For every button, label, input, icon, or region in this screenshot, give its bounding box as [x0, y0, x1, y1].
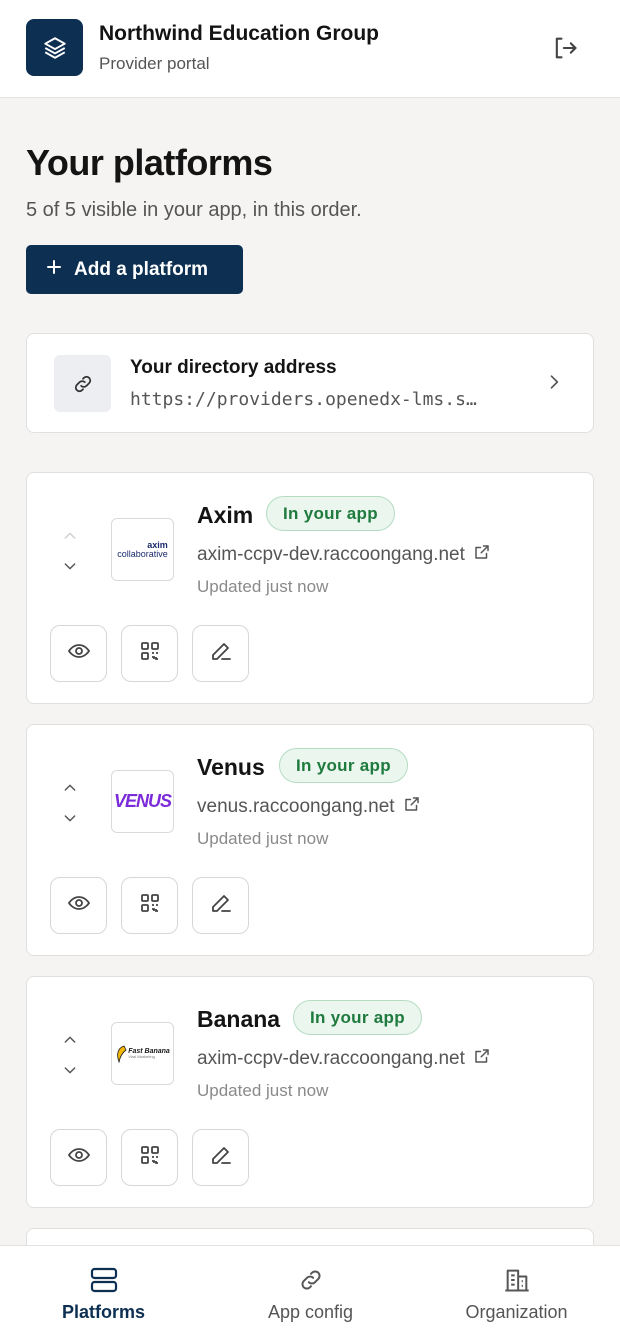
- external-link-icon: [473, 543, 491, 567]
- qr-code-button[interactable]: [121, 877, 178, 934]
- app-header: Northwind Education Group Provider porta…: [0, 0, 620, 98]
- nav-label: Organization: [465, 1302, 568, 1322]
- platform-card: VENUS Venus In your app venus.raccoongan…: [26, 724, 594, 956]
- nav-item-organization[interactable]: Organization: [413, 1246, 620, 1341]
- platform-name: Venus: [197, 754, 265, 780]
- updated-text: Updated just now: [197, 829, 329, 848]
- add-platform-button[interactable]: Add a platform: [26, 245, 243, 294]
- nav-item-platforms[interactable]: Platforms: [0, 1246, 207, 1341]
- pencil-icon: [209, 1143, 233, 1172]
- edit-button[interactable]: [192, 625, 249, 682]
- nav-label: Platforms: [61, 1302, 146, 1322]
- portal-subtitle: Provider portal: [99, 54, 210, 73]
- platform-logo: VENUS: [111, 770, 174, 833]
- link-icon: [296, 1265, 326, 1295]
- logo-text-bottom: collaborative: [117, 548, 168, 559]
- org-name: Northwind Education Group: [99, 22, 379, 45]
- platform-url: venus.raccoongang.net: [197, 796, 395, 817]
- nav-item-app-config[interactable]: App config: [207, 1246, 414, 1341]
- logo-text: VENUS: [113, 791, 172, 811]
- move-down-icon[interactable]: [59, 555, 81, 577]
- move-down-icon[interactable]: [59, 807, 81, 829]
- move-down-icon[interactable]: [59, 1059, 81, 1081]
- external-link-icon: [403, 795, 421, 819]
- updated-text: Updated just now: [197, 577, 329, 596]
- plus-icon: [46, 259, 62, 281]
- status-badge: In your app: [266, 496, 395, 531]
- building-icon: [502, 1265, 532, 1295]
- qr-code-icon: [138, 639, 162, 668]
- page-title: Your platforms: [26, 142, 273, 183]
- qr-code-icon: [138, 891, 162, 920]
- platform-card: axim collaborative Axim In your app axim…: [26, 472, 594, 704]
- qr-code-button[interactable]: [121, 1129, 178, 1186]
- nav-label: App config: [267, 1302, 354, 1322]
- move-up-icon[interactable]: [59, 1029, 81, 1051]
- add-platform-label: Add a platform: [74, 258, 209, 280]
- platform-name: Banana: [197, 1006, 281, 1032]
- reorder-controls: [59, 1029, 81, 1081]
- platform-url-link[interactable]: venus.raccoongang.net: [197, 795, 421, 819]
- preview-button[interactable]: [50, 1129, 107, 1186]
- status-badge: In your app: [293, 1000, 422, 1035]
- move-up-icon[interactable]: [59, 777, 81, 799]
- logo-subtext: Viral Marketing: [128, 1054, 155, 1059]
- chevron-right-icon: [544, 372, 564, 397]
- directory-address-card[interactable]: Your directory address https://providers…: [26, 333, 594, 433]
- qr-code-icon: [138, 1143, 162, 1172]
- eye-icon: [67, 1143, 91, 1172]
- preview-button[interactable]: [50, 877, 107, 934]
- edit-button[interactable]: [192, 1129, 249, 1186]
- server-icon: [89, 1265, 119, 1295]
- external-link-icon: [473, 1047, 491, 1071]
- reorder-controls: [59, 777, 81, 829]
- platform-url-link[interactable]: axim-ccpv-dev.raccoongang.net: [197, 1047, 491, 1071]
- banana-icon: [117, 1045, 127, 1063]
- directory-url: https://providers.openedx-lms.s…: [130, 389, 477, 410]
- platform-logo: Fast Banana Viral Marketing: [111, 1022, 174, 1085]
- link-icon: [54, 355, 111, 412]
- platform-name: Axim: [197, 502, 254, 528]
- pencil-icon: [209, 891, 233, 920]
- edit-button[interactable]: [192, 877, 249, 934]
- eye-icon: [67, 891, 91, 920]
- directory-title: Your directory address: [130, 357, 337, 378]
- updated-text: Updated just now: [197, 1081, 329, 1100]
- layers-icon: [26, 19, 83, 76]
- pencil-icon: [209, 639, 233, 668]
- reorder-controls: [59, 525, 81, 577]
- platform-logo: axim collaborative: [111, 518, 174, 581]
- bottom-nav: Platforms App config Organization: [0, 1245, 620, 1341]
- status-badge: In your app: [279, 748, 408, 783]
- platform-url-link[interactable]: axim-ccpv-dev.raccoongang.net: [197, 543, 491, 567]
- qr-code-button[interactable]: [121, 625, 178, 682]
- move-up-icon: [59, 525, 81, 547]
- preview-button[interactable]: [50, 625, 107, 682]
- platform-card: Fast Banana Viral Marketing Banana In yo…: [26, 976, 594, 1208]
- platform-url: axim-ccpv-dev.raccoongang.net: [197, 1048, 465, 1069]
- eye-icon: [67, 639, 91, 668]
- logout-icon[interactable]: [548, 31, 582, 65]
- platform-url: axim-ccpv-dev.raccoongang.net: [197, 544, 465, 565]
- page-subtitle: 5 of 5 visible in your app, in this orde…: [26, 199, 362, 221]
